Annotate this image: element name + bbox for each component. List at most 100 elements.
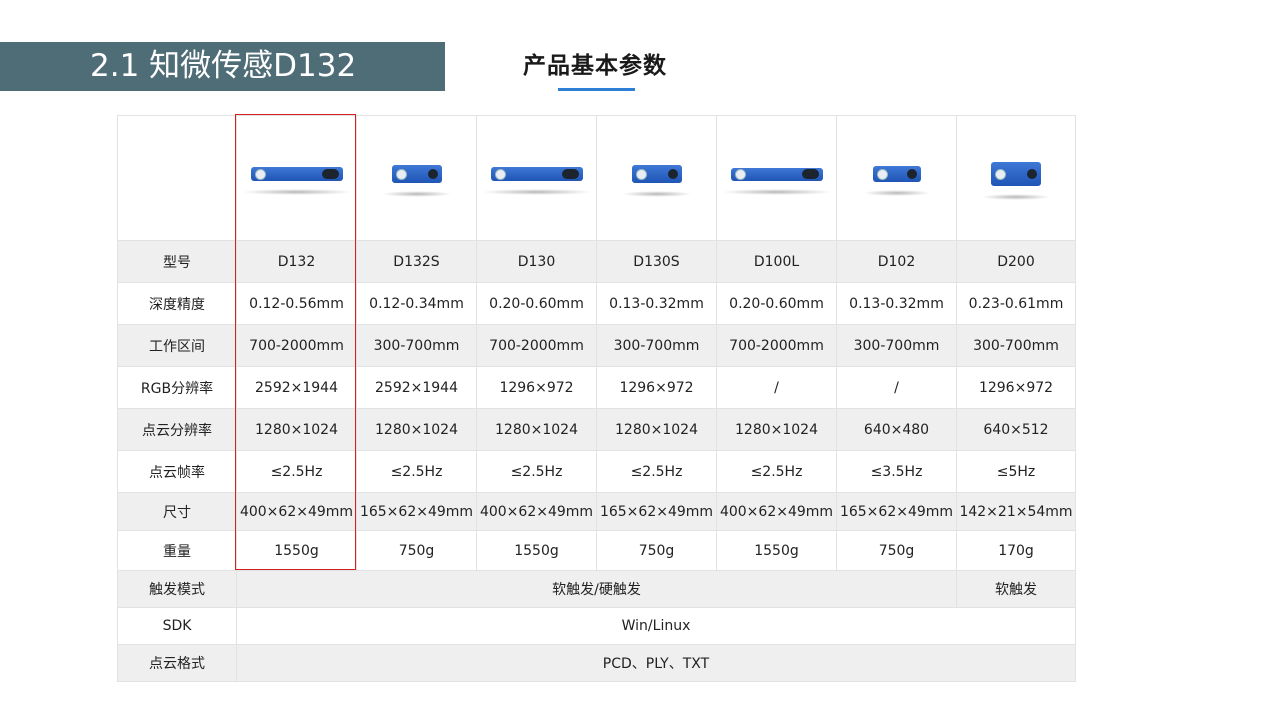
spec-cell: ≤2.5Hz (596, 450, 717, 493)
spec-cell: ≤2.5Hz (476, 450, 597, 493)
spec-cell: D102 (836, 240, 957, 283)
camera-body (631, 165, 682, 183)
camera-sensor-icon (667, 169, 678, 179)
spec-row: 工作区间 700-2000mm 300-700mm 700-2000mm 300-700… (117, 324, 1076, 367)
sdk-cell: Win/Linux (236, 607, 1076, 645)
spec-cell: 0.23-0.61mm (956, 282, 1076, 325)
row-label: 型号 (117, 240, 237, 283)
camera-lens-icon (995, 168, 1006, 180)
camera-shadow (981, 194, 1051, 200)
row-label: 触发模式 (117, 570, 237, 608)
spec-cell: 170g (956, 530, 1076, 571)
pointcloud-format-cell: PCD、PLY、TXT (236, 644, 1076, 682)
spec-cell: 142×21×54mm (956, 492, 1076, 531)
trigger-shared-cell: 软触发/硬触发 (236, 570, 957, 608)
camera-shadow (381, 191, 452, 197)
camera-body (872, 166, 921, 182)
camera-lens-icon (876, 168, 888, 180)
spec-cell: 1296×972 (956, 366, 1076, 409)
spec-cell: ≤2.5Hz (716, 450, 837, 493)
spec-cell: ≤2.5Hz (356, 450, 477, 493)
spec-cell: 400×62×49mm (236, 492, 357, 531)
spec-cell: ≤5Hz (956, 450, 1076, 493)
image-row (117, 115, 1076, 241)
camera-sensor-icon (561, 169, 579, 179)
sdk-row: SDK Win/Linux (117, 607, 1076, 645)
product-image-cell (596, 115, 717, 241)
row-label: 点云帧率 (117, 450, 237, 493)
row-label: 重量 (117, 530, 237, 571)
section-title: 产品基本参数 (523, 53, 667, 79)
camera-body (730, 167, 823, 181)
camera-lens-icon (254, 168, 266, 180)
spec-cell: 300-700mm (836, 324, 957, 367)
spec-table: 型号 D132 D132S D130 D130S D100L D102 D200 深度精度 0.1… (117, 115, 1076, 682)
camera-lens-icon (635, 168, 647, 180)
camera-shadow (240, 189, 353, 195)
camera-sensor-icon (427, 169, 438, 179)
spec-cell: 1296×972 (596, 366, 717, 409)
camera-sensor-icon (321, 169, 339, 179)
spec-cell: 1550g (476, 530, 597, 571)
camera-sensor-icon (1027, 169, 1037, 179)
trigger-row: 触发模式 软触发/硬触发 软触发 (117, 570, 1076, 608)
camera-body (250, 167, 343, 181)
row-label: 工作区间 (117, 324, 237, 367)
spec-cell: 700-2000mm (716, 324, 837, 367)
product-image-d102 (862, 148, 931, 208)
spec-row: 深度精度 0.12-0.56mm 0.12-0.34mm 0.20-0.60mm 0.1… (117, 282, 1076, 325)
spec-cell: ≤3.5Hz (836, 450, 957, 493)
product-image-d132s (381, 148, 452, 208)
spec-cell: D200 (956, 240, 1076, 283)
spec-row: 点云分辨率 1280×1024 1280×1024 1280×1024 1280×102… (117, 408, 1076, 451)
product-image-d130 (480, 148, 593, 208)
spec-cell: / (836, 366, 957, 409)
product-image-cell (836, 115, 957, 241)
spec-cell: 1280×1024 (716, 408, 837, 451)
spec-cell: 0.20-0.60mm (716, 282, 837, 325)
camera-body (991, 162, 1041, 186)
spec-row: 点云帧率 ≤2.5Hz ≤2.5Hz ≤2.5Hz ≤2.5Hz ≤2.5Hz ≤3.5Hz… (117, 450, 1076, 493)
spec-cell: 1280×1024 (596, 408, 717, 451)
camera-lens-icon (734, 168, 746, 180)
spec-cell: 400×62×49mm (476, 492, 597, 531)
image-row-corner (117, 115, 237, 241)
product-image-d132 (240, 148, 353, 208)
spec-cell: D130 (476, 240, 597, 283)
spec-cell: 1550g (236, 530, 357, 571)
spec-cell: 2592×1944 (356, 366, 477, 409)
spec-cell: 750g (836, 530, 957, 571)
product-image-cell (956, 115, 1076, 241)
spec-row: RGB分辨率 2592×1944 2592×1944 1296×972 1296×972… (117, 366, 1076, 409)
spec-cell: 300-700mm (356, 324, 477, 367)
spec-cell: 1550g (716, 530, 837, 571)
spec-cell: 300-700mm (956, 324, 1076, 367)
spec-cell: 0.12-0.56mm (236, 282, 357, 325)
spec-cell: 750g (596, 530, 717, 571)
spec-cell: 640×480 (836, 408, 957, 451)
spec-cell: 0.20-0.60mm (476, 282, 597, 325)
spec-cell: D130S (596, 240, 717, 283)
camera-sensor-icon (906, 169, 917, 179)
spec-cell: 165×62×49mm (596, 492, 717, 531)
product-image-cell (476, 115, 597, 241)
spec-cell: 700-2000mm (476, 324, 597, 367)
spec-cell: 165×62×49mm (356, 492, 477, 531)
spec-cell: D132 (236, 240, 357, 283)
spec-cell: 750g (356, 530, 477, 571)
row-label: RGB分辨率 (117, 366, 237, 409)
spec-cell: 1280×1024 (236, 408, 357, 451)
spec-cell: 0.13-0.32mm (596, 282, 717, 325)
camera-shadow (621, 191, 692, 197)
product-image-d200 (981, 148, 1051, 208)
spec-cell: D100L (716, 240, 837, 283)
camera-sensor-icon (801, 169, 819, 179)
spec-row: 重量 1550g 750g 1550g 750g 1550g 750g 170g (117, 530, 1076, 571)
camera-lens-icon (494, 168, 506, 180)
spec-cell: 700-2000mm (236, 324, 357, 367)
camera-lens-icon (395, 168, 407, 180)
trigger-d200-cell: 软触发 (956, 570, 1076, 608)
camera-shadow (480, 189, 593, 195)
spec-cell: 400×62×49mm (716, 492, 837, 531)
spec-cell: 640×512 (956, 408, 1076, 451)
